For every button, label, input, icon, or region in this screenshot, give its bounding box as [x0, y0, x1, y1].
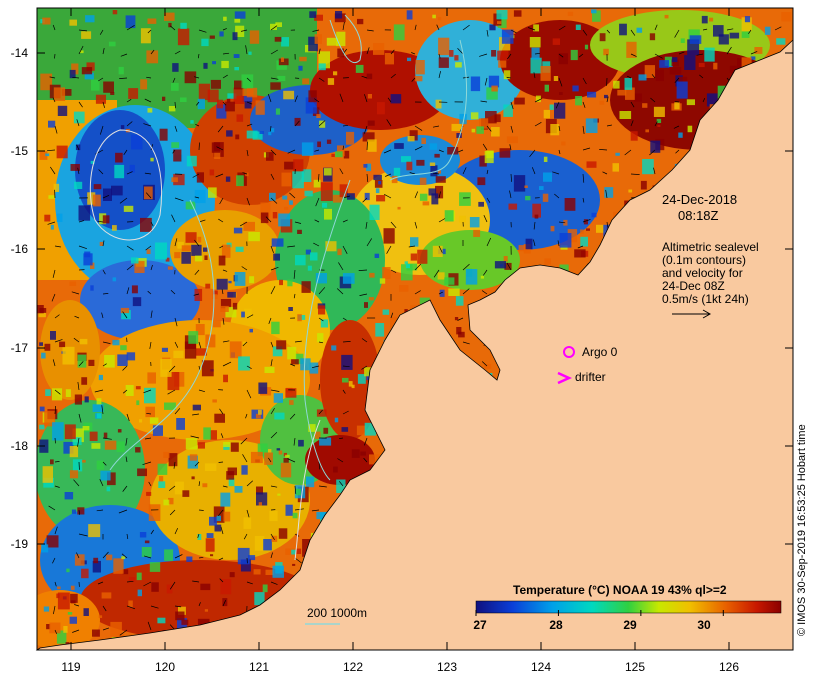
x-tick-label: 121: [248, 660, 270, 674]
x-tick-label: 120: [154, 660, 176, 674]
colorbar: [475, 600, 782, 614]
argo-label: Argo 0: [582, 345, 618, 359]
y-tick-label: -19: [10, 537, 28, 551]
credit-label: © IMOS 30-Sep-2019 16:53:25 Hobart time: [796, 424, 808, 636]
drifter-label: drifter: [575, 370, 606, 384]
altimetry-legend-line: 0.5m/s (1kt 24h): [662, 292, 749, 306]
x-tick-label: 125: [624, 660, 646, 674]
x-tick-label: 123: [436, 660, 458, 674]
colorbar-tick-label: 30: [697, 618, 711, 632]
y-tick-label: -14: [10, 46, 28, 60]
sst-map-figure: -14 -15 -16 -17 -18 -19 119 120 121 122 …: [0, 0, 820, 680]
time-label: 08:18Z: [678, 208, 719, 223]
date-label: 24-Dec-2018: [662, 192, 738, 207]
altimetry-legend: Altimetric sealevel (0.1m contours) and …: [662, 241, 759, 306]
map-canvas: [35, 7, 794, 651]
y-tick-label: -16: [10, 242, 28, 256]
y-tick-label: -15: [10, 144, 28, 158]
x-tick-label: 126: [718, 660, 740, 674]
depth-legend-label: 200 1000m: [307, 606, 368, 620]
colorbar-title: Temperature (°C) NOAA 19 43% ql>=2: [513, 583, 727, 597]
x-tick-label: 124: [530, 660, 552, 674]
colorbar-tick-label: 28: [549, 618, 563, 632]
x-tick-label: 122: [342, 660, 364, 674]
y-tick-label: -18: [10, 439, 28, 453]
colorbar-tick-label: 27: [473, 618, 487, 632]
y-tick-label: -17: [10, 341, 28, 355]
colorbar-tick-label: 29: [623, 618, 637, 632]
x-tick-label: 119: [61, 660, 81, 674]
